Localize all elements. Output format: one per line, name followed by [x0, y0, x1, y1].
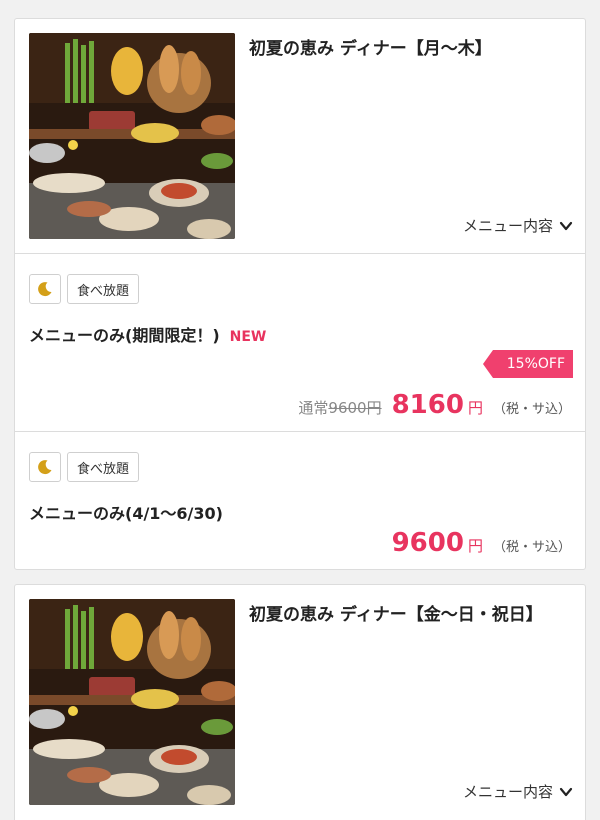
course-header[interactable]: 初夏の恵み ディナー【金〜日・祝日】 メニュー内容 [15, 585, 585, 819]
price-value: 8160 [391, 390, 464, 420]
tax-note: （税・サ込） [492, 540, 571, 555]
course-photo[interactable] [29, 599, 235, 805]
tax-note: （税・サ込） [492, 402, 571, 417]
regular-price-prefix: 通常 [298, 399, 329, 417]
moon-icon [38, 460, 52, 475]
plan-name: メニューのみ(4/1〜6/30) [29, 500, 223, 524]
new-badge: NEW [229, 329, 267, 345]
all-you-can-eat-tag: 食べ放題 [67, 274, 140, 304]
price-row: 9600 円 （税・サ込） [392, 528, 571, 558]
regular-price-value: 9600円 [328, 399, 382, 417]
all-you-can-eat-tag: 食べ放題 [67, 452, 140, 482]
price-unit: 円 [467, 537, 483, 555]
course-card: 初夏の恵み ディナー【金〜日・祝日】 メニュー内容 [14, 584, 586, 820]
chevron-down-icon [559, 221, 573, 230]
regular-price: 通常9600円 [298, 397, 381, 418]
course-photo[interactable] [29, 33, 235, 239]
course-title[interactable]: 初夏の恵み ディナー【月〜木】 [249, 37, 579, 61]
plan-item[interactable]: 食べ放題 メニューのみ(4/1〜6/30) 9600 円 （税・サ込） [15, 432, 585, 569]
chevron-down-icon [559, 787, 573, 796]
price-unit: 円 [467, 399, 483, 417]
buffet-photo-image [29, 599, 235, 805]
course-list: 初夏の恵み ディナー【月〜木】 メニュー内容 食べ放題 メニューのみ(期間限定！… [0, 0, 600, 820]
plan-tags: 食べ放題 [29, 274, 140, 304]
moon-icon [38, 282, 52, 297]
course-title[interactable]: 初夏の恵み ディナー【金〜日・祝日】 [249, 603, 579, 627]
menu-content-toggle[interactable]: メニュー内容 [463, 781, 573, 802]
dinner-tag [29, 452, 61, 482]
dinner-tag [29, 274, 61, 304]
plan-name-text: メニューのみ(4/1〜6/30) [29, 504, 223, 523]
plan-tags: 食べ放題 [29, 452, 140, 482]
price-value: 9600 [391, 528, 464, 558]
plan-name: メニューのみ(期間限定！) NEW [29, 322, 266, 346]
plan-name-text: メニューのみ(期間限定！) [29, 326, 220, 345]
menu-content-label: メニュー内容 [462, 217, 553, 235]
plan-item[interactable]: 食べ放題 メニューのみ(期間限定！) NEW 15%OFF 通常9600円 816… [15, 254, 585, 431]
buffet-photo-image [29, 33, 235, 239]
menu-content-toggle[interactable]: メニュー内容 [463, 215, 573, 236]
course-header[interactable]: 初夏の恵み ディナー【月〜木】 メニュー内容 [15, 19, 585, 253]
price-row: 通常9600円 8160 円 （税・サ込） [298, 390, 571, 420]
course-card: 初夏の恵み ディナー【月〜木】 メニュー内容 食べ放題 メニューのみ(期間限定！… [14, 18, 586, 570]
discount-badge: 15%OFF [483, 350, 573, 378]
menu-content-label: メニュー内容 [462, 783, 553, 801]
